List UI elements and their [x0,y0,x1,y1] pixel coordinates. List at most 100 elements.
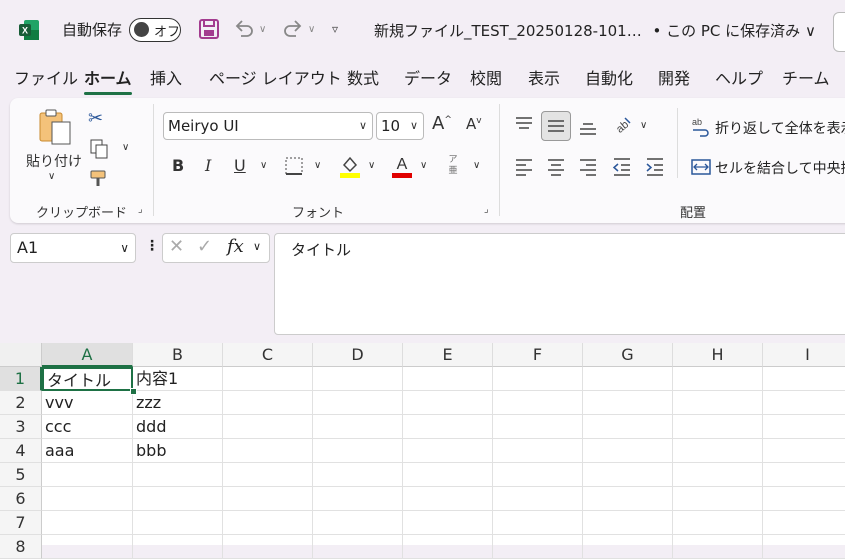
cell-e5[interactable] [403,463,493,487]
cell-h8[interactable] [673,535,763,559]
undo-dropdown-icon[interactable]: ∨ [259,24,266,35]
cell-a2[interactable]: vvv [42,391,133,415]
column-header-h[interactable]: H [673,343,763,367]
cell-b6[interactable] [133,487,223,511]
cell-e7[interactable] [403,511,493,535]
phonetic-dropdown-icon[interactable]: ∨ [473,160,480,171]
row-header-6[interactable]: 6 [0,487,42,511]
undo-icon[interactable] [233,18,255,40]
fill-color-icon[interactable] [338,153,362,179]
cell-b8[interactable] [133,535,223,559]
tab-formulas[interactable]: 数式 [347,66,379,92]
cell-d6[interactable] [313,487,403,511]
cell-e4[interactable] [403,439,493,463]
cell-a6[interactable] [42,487,133,511]
underline-button[interactable]: U [234,156,246,175]
align-top-icon[interactable] [513,114,535,136]
cell-f4[interactable] [493,439,583,463]
cell-c4[interactable] [223,439,313,463]
clipboard-launcher-icon[interactable]: ⌟ [138,204,143,215]
orientation-icon[interactable]: ab [611,114,633,136]
decrease-indent-icon[interactable] [611,155,633,177]
cell-b4[interactable]: bbb [133,439,223,463]
cell-a1[interactable]: タイトル [42,367,133,391]
cell-g8[interactable] [583,535,673,559]
cell-e2[interactable] [403,391,493,415]
column-header-c[interactable]: C [223,343,313,367]
cell-d5[interactable] [313,463,403,487]
cell-c6[interactable] [223,487,313,511]
name-box[interactable]: A1 ∨ [10,233,136,263]
cell-c5[interactable] [223,463,313,487]
column-header-g[interactable]: G [583,343,673,367]
cell-e1[interactable] [403,367,493,391]
cell-a8[interactable] [42,535,133,559]
column-header-a[interactable]: A [42,343,133,367]
font-launcher-icon[interactable]: ⌟ [484,204,489,215]
font-color-dropdown-icon[interactable]: ∨ [420,160,427,171]
cell-f7[interactable] [493,511,583,535]
more-options-icon[interactable]: ⋮ [145,238,159,254]
cell-f5[interactable] [493,463,583,487]
cell-h6[interactable] [673,487,763,511]
cell-f8[interactable] [493,535,583,559]
cell-h7[interactable] [673,511,763,535]
cell-i3[interactable] [763,415,845,439]
cell-e6[interactable] [403,487,493,511]
column-header-f[interactable]: F [493,343,583,367]
select-all-corner[interactable] [0,343,42,367]
cell-a7[interactable] [42,511,133,535]
cell-d2[interactable] [313,391,403,415]
cell-a5[interactable] [42,463,133,487]
cell-d1[interactable] [313,367,403,391]
cell-i8[interactable] [763,535,845,559]
cell-i2[interactable] [763,391,845,415]
orientation-dropdown-icon[interactable]: ∨ [640,120,647,131]
align-bottom-icon[interactable] [577,116,599,138]
cell-c3[interactable] [223,415,313,439]
font-size-select[interactable]: 10 ∨ [376,112,424,140]
cell-g2[interactable] [583,391,673,415]
cell-g4[interactable] [583,439,673,463]
tab-data[interactable]: データ [404,66,452,92]
customize-qat-icon[interactable]: ▿ [332,22,338,36]
borders-dropdown-icon[interactable]: ∨ [314,160,321,171]
cell-h5[interactable] [673,463,763,487]
cell-g7[interactable] [583,511,673,535]
save-icon[interactable] [198,18,220,40]
insert-function-button[interactable]: fx [227,236,244,257]
tab-insert[interactable]: 挿入 [150,66,182,92]
phonetic-guide-icon[interactable]: ア亜 [445,155,461,177]
column-header-b[interactable]: B [133,343,223,367]
cell-d3[interactable] [313,415,403,439]
row-header-1[interactable]: 1 [0,367,42,391]
fill-handle[interactable] [130,388,137,395]
tab-automate[interactable]: 自動化 [585,66,633,92]
autosave-toggle[interactable]: オフ [129,18,181,42]
cell-g5[interactable] [583,463,673,487]
borders-icon[interactable] [283,155,305,177]
tab-help[interactable]: ヘルプ [715,66,763,92]
paste-icon[interactable] [36,108,76,148]
cell-i7[interactable] [763,511,845,535]
align-middle-button[interactable] [541,111,571,141]
wrap-text-icon[interactable]: ab [690,115,712,137]
formula-input[interactable]: タイトル [274,233,845,335]
paste-dropdown-icon[interactable]: ∨ [48,171,55,182]
tab-view[interactable]: 表示 [528,66,560,92]
row-header-3[interactable]: 3 [0,415,42,439]
cell-h4[interactable] [673,439,763,463]
cell-i1[interactable] [763,367,845,391]
wrap-text-button[interactable]: 折り返して全体を表示 [715,118,845,138]
tab-home[interactable]: ホーム [84,66,132,95]
cell-b1[interactable]: 内容1 [133,367,223,391]
cell-f6[interactable] [493,487,583,511]
increase-font-size-icon[interactable]: A^ [432,113,452,134]
cell-e3[interactable] [403,415,493,439]
format-painter-icon[interactable] [88,168,110,190]
save-state[interactable]: • この PC に保存済み ∨ [653,22,816,40]
cell-c7[interactable] [223,511,313,535]
cancel-icon[interactable]: ✕ [169,236,184,257]
cell-i4[interactable] [763,439,845,463]
row-header-2[interactable]: 2 [0,391,42,415]
